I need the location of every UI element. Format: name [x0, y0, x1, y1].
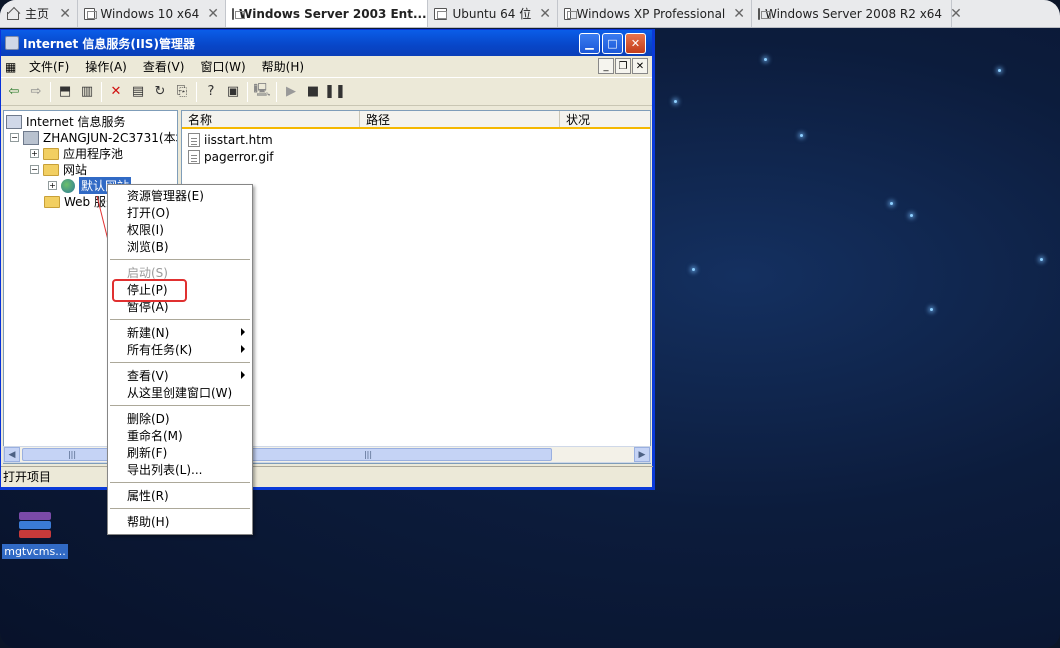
- submenu-arrow-icon: [241, 328, 245, 336]
- submenu-arrow-icon: [241, 345, 245, 353]
- menu-item-new-window[interactable]: 从这里创建窗口(W): [110, 384, 250, 401]
- menu-item-open[interactable]: 打开(O): [110, 204, 250, 221]
- stop-highlight-box: [112, 279, 187, 302]
- menu-item-properties[interactable]: 属性(R): [110, 487, 250, 504]
- menu-separator: [110, 504, 250, 513]
- vm-frame: 主页 ✕ Windows 10 x64 ✕ Windows Server 200…: [0, 0, 1060, 648]
- menu-item-refresh[interactable]: 刷新(F): [110, 444, 250, 461]
- context-menu: 资源管理器(E) 打开(O) 权限(I) 浏览(B) 启动(S) 停止(P) 暂…: [107, 184, 253, 535]
- menu-item-all-tasks[interactable]: 所有任务(K): [110, 341, 250, 358]
- menu-separator: [110, 255, 250, 264]
- menu-separator: [110, 478, 250, 487]
- menu-item-explorer[interactable]: 资源管理器(E): [110, 187, 250, 204]
- menu-item-browse[interactable]: 浏览(B): [110, 238, 250, 255]
- menu-separator: [110, 401, 250, 410]
- menu-item-rename[interactable]: 重命名(M): [110, 427, 250, 444]
- menu-item-export-list[interactable]: 导出列表(L)...: [110, 461, 250, 478]
- menu-item-delete[interactable]: 删除(D): [110, 410, 250, 427]
- menu-item-permissions[interactable]: 权限(I): [110, 221, 250, 238]
- menu-item-help[interactable]: 帮助(H): [110, 513, 250, 530]
- submenu-arrow-icon: [241, 371, 245, 379]
- menu-separator: [110, 358, 250, 367]
- menu-separator: [110, 315, 250, 324]
- menu-item-view[interactable]: 查看(V): [110, 367, 250, 384]
- menu-item-new[interactable]: 新建(N): [110, 324, 250, 341]
